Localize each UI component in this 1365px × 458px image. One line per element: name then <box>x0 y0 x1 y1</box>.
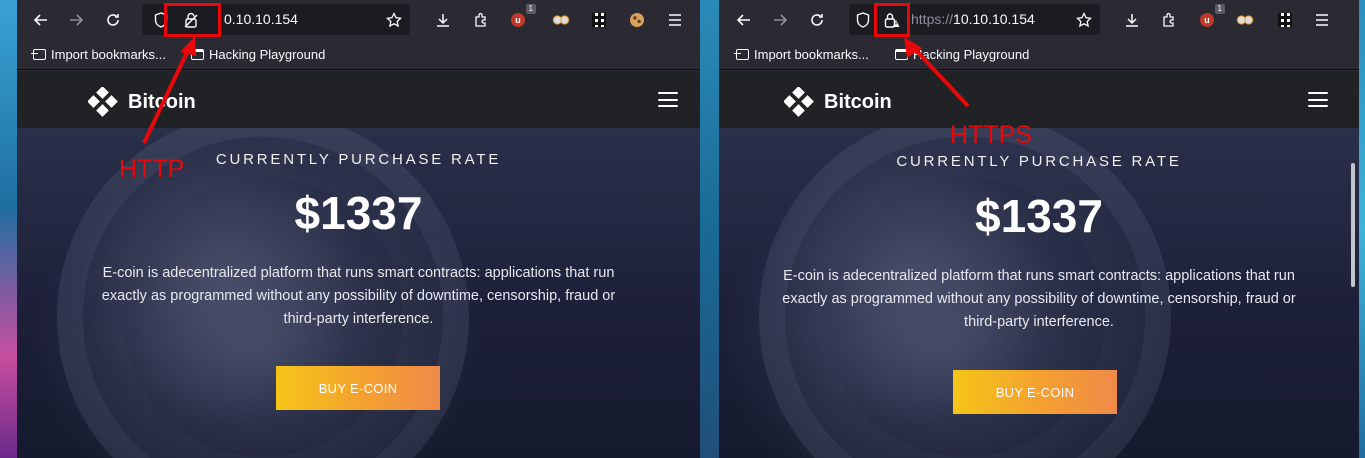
annotation-box-http <box>164 3 221 37</box>
price: $1337 <box>975 190 1103 242</box>
desktop-background-left <box>0 0 17 458</box>
site-logo[interactable]: Bitcoin <box>88 87 196 117</box>
rate-label: CURRENTLY PURCHASE RATE <box>896 153 1182 170</box>
cookie-icon[interactable] <box>625 8 649 32</box>
bookmarks-toolbar: Import bookmarks... Hacking Playground <box>719 40 1359 70</box>
browser-window-https: https://10.10.10.154 u 1 Import bookmark… <box>719 0 1359 458</box>
reload-icon[interactable] <box>101 8 125 32</box>
page-content: Bitcoin CURRENTLY PURCHASE RATE $1337 E-… <box>719 71 1359 458</box>
qr-icon[interactable] <box>587 8 611 32</box>
annotation-label-https: HTTPS <box>950 121 1032 149</box>
forward-icon[interactable] <box>64 8 88 32</box>
reload-icon[interactable] <box>805 8 829 32</box>
url-text[interactable]: https://10.10.10.154 <box>911 11 1035 27</box>
desktop-background-right <box>1359 0 1365 458</box>
bookmark-folder-hacking[interactable]: Hacking Playground <box>895 47 1029 62</box>
logo-icon <box>784 87 814 117</box>
brand-name: Bitcoin <box>128 90 196 113</box>
qr-icon[interactable] <box>1273 8 1297 32</box>
back-icon[interactable] <box>29 8 53 32</box>
forward-icon[interactable] <box>768 8 792 32</box>
extensions-icon[interactable] <box>1157 8 1181 32</box>
site-navbar: Bitcoin <box>719 71 1359 128</box>
site-navbar: Bitcoin <box>17 71 700 128</box>
shield-icon[interactable] <box>853 10 873 30</box>
glasses-icon[interactable] <box>549 8 573 32</box>
bookmark-folder-hacking[interactable]: Hacking Playground <box>191 47 325 62</box>
annotation-box-https <box>874 3 910 37</box>
site-logo[interactable]: Bitcoin <box>784 87 892 117</box>
ublock-badge: 1 <box>1214 4 1225 14</box>
folder-icon <box>895 49 908 60</box>
browser-toolbar: 0.10.10.154 u 1 <box>17 0 700 40</box>
buy-button[interactable]: BUY E-COIN <box>953 370 1117 414</box>
price: $1337 <box>294 187 423 239</box>
brand-name: Bitcoin <box>824 90 892 113</box>
description: E-coin is adecentralized platform that r… <box>101 265 616 327</box>
logo-icon <box>88 87 118 117</box>
url-host: 10.10.10.154 <box>953 11 1035 27</box>
star-icon[interactable] <box>1074 10 1094 30</box>
bookmark-import-label: Import bookmarks... <box>51 47 166 62</box>
star-icon[interactable] <box>384 10 404 30</box>
browser-toolbar: https://10.10.10.154 u 1 <box>719 0 1359 40</box>
glasses-icon[interactable] <box>1233 8 1257 32</box>
buy-button[interactable]: BUY E-COIN <box>276 366 440 410</box>
ublock-badge: 1 <box>525 4 536 14</box>
annotation-label-http: HTTP <box>119 155 185 183</box>
menu-icon[interactable] <box>663 8 687 32</box>
url-text[interactable]: 0.10.10.154 <box>224 11 298 27</box>
bookmark-import[interactable]: Import bookmarks... <box>31 47 166 62</box>
import-icon <box>734 49 749 60</box>
bookmark-import-label: Import bookmarks... <box>754 47 869 62</box>
menu-icon[interactable] <box>1310 8 1334 32</box>
bookmarks-toolbar: Import bookmarks... Hacking Playground <box>17 40 700 70</box>
description: E-coin is adecentralized platform that r… <box>782 268 1296 330</box>
bookmark-import[interactable]: Import bookmarks... <box>734 47 869 62</box>
hamburger-icon[interactable] <box>658 92 678 107</box>
extensions-icon[interactable] <box>469 8 493 32</box>
bookmark-folder-label: Hacking Playground <box>913 47 1030 62</box>
hamburger-icon[interactable] <box>1308 92 1328 107</box>
ublock-icon[interactable]: u 1 <box>1195 4 1225 32</box>
ublock-icon[interactable]: u 1 <box>506 4 536 32</box>
download-icon[interactable] <box>1120 8 1144 32</box>
desktop-background-middle <box>700 0 719 458</box>
folder-icon <box>191 49 204 60</box>
import-icon <box>31 49 46 60</box>
page-content: Bitcoin CURRENTLY PURCHASE RATE $1337 E-… <box>17 71 700 458</box>
bookmark-folder-label: Hacking Playground <box>209 47 326 62</box>
back-icon[interactable] <box>732 8 756 32</box>
browser-window-http: 0.10.10.154 u 1 Import bookmarks... Hack… <box>17 0 700 458</box>
url-scheme: https:// <box>911 11 954 27</box>
download-icon[interactable] <box>431 8 455 32</box>
